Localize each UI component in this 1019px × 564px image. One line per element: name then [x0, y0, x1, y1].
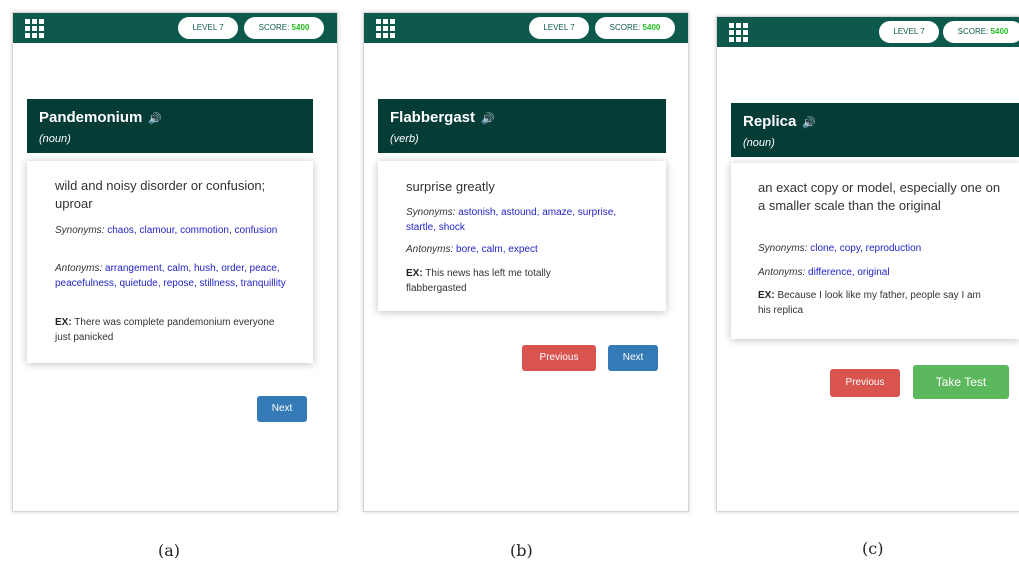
- score-value: 5400: [642, 23, 661, 32]
- example-label: EX:: [55, 317, 72, 328]
- antonyms-label: Antonyms:: [55, 263, 103, 274]
- definition-text: an exact copy or model, especially one o…: [758, 180, 1001, 213]
- synonyms-line: Synonyms: clone, copy, reproduction: [758, 241, 1008, 256]
- example-line: EX: Because I look like my father, peopl…: [758, 288, 994, 318]
- caption-b: (b): [510, 541, 533, 560]
- score-value: 5400: [291, 23, 310, 32]
- antonyms-label: Antonyms:: [406, 244, 454, 255]
- antonyms-line: Antonyms: bore, calm, expect: [406, 242, 636, 257]
- synonyms-links[interactable]: clone, copy, reproduction: [810, 243, 921, 254]
- definition-text: surprise greatly: [406, 179, 495, 194]
- example-label: EX:: [406, 268, 423, 279]
- app-grid-icon[interactable]: [376, 19, 396, 38]
- caption-a: (a): [158, 541, 181, 560]
- synonyms-label: Synonyms:: [758, 243, 808, 254]
- synonyms-line: Synonyms: chaos, clamour, commotion, con…: [55, 223, 295, 238]
- word-text: Replica: [743, 113, 797, 130]
- synonyms-line: Synonyms: astonish, astound, amaze, surp…: [406, 205, 636, 235]
- score-badge: SCORE: 5400: [244, 17, 324, 39]
- definition-card: surprise greatly Synonyms: astonish, ast…: [378, 161, 666, 311]
- level-badge: LEVEL 7: [178, 17, 238, 39]
- level-text: LEVEL 7: [893, 27, 925, 36]
- word-text: Flabbergast: [390, 109, 476, 126]
- example-text: This news has left me totally flabbergas…: [406, 268, 551, 294]
- part-of-speech: (noun): [39, 133, 71, 145]
- word-header: Pandemonium 🔊 (noun): [27, 99, 313, 153]
- word-header: Flabbergast 🔊 (verb): [378, 99, 666, 153]
- top-bar: LEVEL 7 SCORE: 5400: [364, 13, 688, 43]
- score-badge: SCORE: 5400: [943, 21, 1019, 43]
- speaker-icon[interactable]: 🔊: [802, 117, 816, 129]
- screen-a: LEVEL 7 SCORE: 5400 Pandemonium 🔊 (noun) …: [12, 12, 338, 512]
- speaker-icon[interactable]: 🔊: [148, 113, 162, 125]
- level-badge: LEVEL 7: [529, 17, 589, 39]
- previous-button[interactable]: Previous: [522, 345, 596, 371]
- definition-text: wild and noisy disorder or confusion; up…: [55, 178, 266, 211]
- antonyms-links[interactable]: bore, calm, expect: [456, 244, 538, 255]
- antonyms-links[interactable]: difference, original: [808, 267, 890, 278]
- speaker-icon[interactable]: 🔊: [481, 113, 495, 125]
- example-text: Because I look like my father, people sa…: [758, 290, 981, 316]
- definition-card: wild and noisy disorder or confusion; up…: [27, 161, 313, 363]
- level-text: LEVEL 7: [543, 23, 575, 32]
- top-bar: LEVEL 7 SCORE: 5400: [717, 17, 1019, 47]
- antonyms-line: Antonyms: difference, original: [758, 265, 1008, 280]
- word-title: Flabbergast 🔊: [390, 109, 495, 126]
- caption-c: (c): [862, 539, 884, 558]
- score-value: 5400: [990, 27, 1009, 36]
- top-bar: LEVEL 7 SCORE: 5400: [13, 13, 337, 43]
- word-title: Pandemonium 🔊: [39, 109, 162, 126]
- level-badge: LEVEL 7: [879, 21, 939, 43]
- example-text: There was complete pandemonium everyone …: [55, 317, 275, 343]
- part-of-speech: (verb): [390, 133, 419, 145]
- example-line: EX: This news has left me totally flabbe…: [406, 266, 606, 296]
- score-badge: SCORE: 5400: [595, 17, 675, 39]
- example-label: EX:: [758, 290, 775, 301]
- word-header: Replica 🔊 (noun): [731, 103, 1019, 157]
- definition-card: an exact copy or model, especially one o…: [731, 163, 1019, 339]
- score-label: SCORE:: [609, 23, 641, 32]
- screen-c: LEVEL 7 SCORE: 5400 Replica 🔊 (noun) an e…: [716, 16, 1019, 512]
- next-button[interactable]: Next: [257, 396, 307, 422]
- next-button[interactable]: Next: [608, 345, 658, 371]
- part-of-speech: (noun): [743, 137, 775, 149]
- score-label: SCORE:: [258, 23, 290, 32]
- synonyms-label: Synonyms:: [406, 207, 456, 218]
- word-text: Pandemonium: [39, 109, 143, 126]
- app-grid-icon[interactable]: [729, 23, 749, 42]
- previous-button[interactable]: Previous: [830, 369, 900, 397]
- app-grid-icon[interactable]: [25, 19, 45, 38]
- synonyms-label: Synonyms:: [55, 225, 105, 236]
- screen-b: LEVEL 7 SCORE: 5400 Flabbergast 🔊 (verb) …: [363, 12, 689, 512]
- take-test-button[interactable]: Take Test: [913, 365, 1009, 399]
- antonyms-line: Antonyms: arrangement, calm, hush, order…: [55, 261, 303, 291]
- level-text: LEVEL 7: [192, 23, 224, 32]
- score-label: SCORE:: [957, 27, 989, 36]
- antonyms-label: Antonyms:: [758, 267, 806, 278]
- synonyms-links[interactable]: chaos, clamour, commotion, confusion: [107, 225, 277, 236]
- word-title: Replica 🔊: [743, 113, 816, 130]
- example-line: EX: There was complete pandemonium every…: [55, 315, 291, 345]
